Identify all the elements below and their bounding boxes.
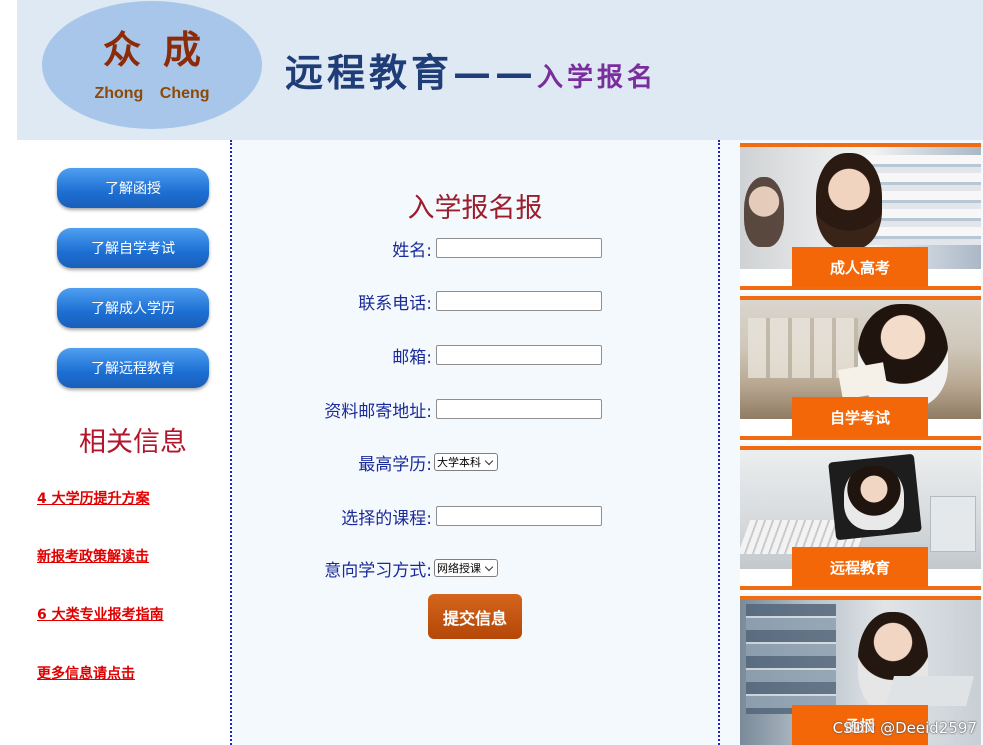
logo-english: Zhong Cheng [94,85,210,102]
nav-button-distance-education[interactable]: 了解远程教育 [57,348,209,388]
promo-label-adult-exam: 成人高考 [792,247,928,287]
related-link-more-info[interactable]: 更多信息请点击 [37,663,135,683]
course-input[interactable] [436,506,602,526]
email-label: 邮箱: [392,348,432,368]
promo-adult-exam[interactable]: 成人高考 [740,143,981,293]
related-link-degree-plan[interactable]: 4 大学历提升方案 [37,488,150,508]
logo[interactable]: 众成 Zhong Cheng [42,1,262,129]
promo-distance-education[interactable]: 远程教育 [740,446,981,593]
related-info-title: 相关信息 [79,427,187,458]
promo-self-study[interactable]: 自学考试 [740,296,981,443]
nav-button-self-study-exam[interactable]: 了解自学考试 [57,228,209,268]
right-sidebar: 成人高考 自学考试 远程教育 函授 CSDN @Deeid2597 [720,140,983,745]
phone-label: 联系电话: [358,294,432,314]
related-link-policy[interactable]: 新报考政策解读击 [37,546,149,566]
page-edge [0,0,17,745]
submit-button[interactable]: 提交信息 [428,594,522,639]
site-title-main: 远程教育—— [285,50,538,95]
chevron-down-icon [484,456,494,465]
nav-button-adult-education[interactable]: 了解成人学历 [57,288,209,328]
site-title: 远程教育——入学报名 [285,42,657,97]
education-label: 最高学历: [358,455,432,475]
promo-correspondence[interactable]: 函授 CSDN @Deeid2597 [740,596,981,745]
course-label: 选择的课程: [341,509,432,529]
name-input[interactable] [436,238,602,258]
study-mode-select[interactable]: 网络授课 [434,559,498,577]
education-select[interactable]: 大学本科 [434,453,498,471]
watermark: CSDN @Deeid2597 [832,719,977,737]
header: 众成 Zhong Cheng 远程教育——入学报名 [17,0,983,140]
related-link-major-guide[interactable]: 6 大类专业报考指南 [37,604,164,624]
study-mode-label: 意向学习方式: [324,561,432,581]
education-select-value: 大学本科 [437,456,481,469]
promo-label-distance-education: 远程教育 [792,547,928,587]
registration-form: 入学报名报 姓名: 联系电话: 邮箱: 资料邮寄地址: 最高学历: 大学本科 选… [232,140,718,745]
nav-button-correspondence[interactable]: 了解函授 [57,168,209,208]
name-label: 姓名: [392,241,432,261]
left-sidebar: 了解函授 了解自学考试 了解成人学历 了解远程教育 相关信息 4 大学历提升方案… [17,140,230,745]
address-input[interactable] [436,399,602,419]
address-label: 资料邮寄地址: [324,402,432,422]
promo-label-self-study: 自学考试 [792,397,928,437]
form-title: 入学报名报 [407,193,543,224]
chevron-down-icon [484,562,494,571]
site-title-sub: 入学报名 [537,63,658,93]
phone-input[interactable] [436,291,602,311]
email-input[interactable] [436,345,602,365]
logo-chinese: 众成 [102,27,223,72]
study-mode-select-value: 网络授课 [437,562,481,575]
